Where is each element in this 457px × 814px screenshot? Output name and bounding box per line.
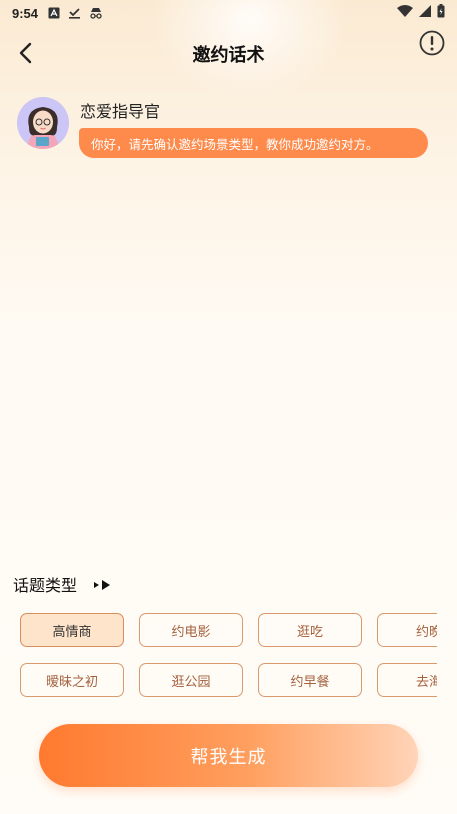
topic-type-label: 话题类型: [13, 576, 78, 595]
chip-label: 暧昧之初: [45, 674, 98, 690]
bot-avatar: [17, 97, 69, 149]
battery-icon: [437, 4, 445, 22]
wifi-icon: [397, 5, 413, 21]
info-icon: [419, 30, 445, 56]
info-button[interactable]: [419, 30, 445, 56]
status-time: 9:54: [12, 5, 39, 21]
page-title: 邀约话术: [192, 45, 265, 66]
header: 邀约话术: [0, 28, 457, 78]
topic-chip-dinner[interactable]: 约晚: [377, 613, 437, 647]
chip-label: 高情商: [52, 624, 92, 640]
topic-chip-sea[interactable]: 去海: [377, 663, 437, 697]
signal-icon: [419, 5, 431, 21]
generate-button[interactable]: 帮我生成: [39, 724, 418, 787]
topic-chip-high-eq[interactable]: 高情商: [20, 613, 124, 647]
incognito-icon: [89, 7, 103, 19]
chip-label: 逛吃: [296, 624, 323, 640]
generate-button-label: 帮我生成: [190, 746, 267, 768]
chip-label: 约晚: [415, 624, 437, 640]
topic-chip-park[interactable]: 逛公园: [139, 663, 243, 697]
topic-chip-movie[interactable]: 约电影: [139, 613, 243, 647]
play-arrows-icon: [93, 576, 113, 595]
status-right-icons: [397, 4, 445, 22]
chip-label: 逛公园: [171, 674, 211, 690]
topic-chip-ambiguous[interactable]: 暧昧之初: [20, 663, 124, 697]
chip-label: 去海: [415, 674, 437, 690]
topic-chip-list: 高情商 约电影 逛吃 约晚 暧昧之初 逛公园 约早餐 去海: [20, 613, 437, 699]
chip-label: 约早餐: [290, 674, 330, 690]
app-a-icon: [48, 7, 60, 19]
download-check-icon: [68, 7, 81, 19]
status-bar: 9:54: [0, 0, 457, 26]
bot-name: 恋爱指导官: [80, 102, 161, 121]
chip-label: 约电影: [171, 624, 211, 640]
bot-message-bubble: 你好，请先确认邀约场景类型，教你成功邀约对方。: [79, 128, 428, 158]
topic-chip-breakfast[interactable]: 约早餐: [258, 663, 362, 697]
bot-message-text: 你好，请先确认邀约场景类型，教你成功邀约对方。: [91, 136, 379, 152]
topic-chip-food[interactable]: 逛吃: [258, 613, 362, 647]
